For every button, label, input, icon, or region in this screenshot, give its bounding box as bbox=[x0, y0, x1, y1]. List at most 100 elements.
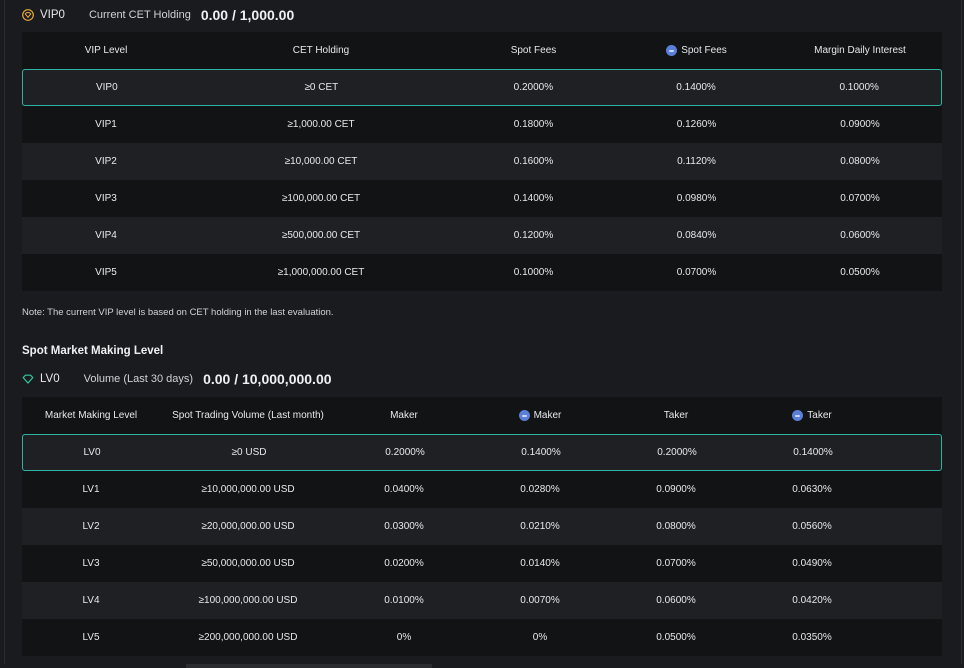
mm-volume-summary: LV0 Volume (Last 30 days) 0.00 / 10,000,… bbox=[22, 370, 332, 388]
cet-coin-icon bbox=[792, 410, 804, 421]
maker-cell: 0.0100% bbox=[384, 595, 424, 606]
cet-holding-cell: ≥500,000.00 CET bbox=[281, 230, 361, 241]
cet-spot-fee-cell: 0.0700% bbox=[676, 267, 717, 278]
maker-cell: 0.0400% bbox=[384, 484, 424, 495]
taker-cell: 0.0900% bbox=[656, 484, 696, 495]
header-cet-spot-fees-label: Spot Fees bbox=[681, 45, 727, 56]
margin-interest-cell: 0.0700% bbox=[840, 193, 880, 204]
table-row: VIP0 ≥0 CET 0.2000% 0.1400% 0.1000% bbox=[22, 69, 942, 106]
mm-level-cell: LV5 bbox=[82, 632, 100, 643]
scroll-strip bbox=[186, 664, 432, 668]
cet-spot-fee-cell: 0.0980% bbox=[676, 193, 717, 204]
maker-cell: 0% bbox=[396, 632, 412, 643]
section-title-market-making: Spot Market Making Level bbox=[22, 345, 164, 357]
spot-fee-cell: 0.1800% bbox=[513, 119, 554, 130]
cet-holding-cell: ≥1,000.00 CET bbox=[287, 119, 355, 130]
spot-fee-cell: 0.2000% bbox=[513, 82, 554, 93]
cet-taker-cell: 0.1400% bbox=[793, 447, 833, 458]
cet-taker-cell: 0.0490% bbox=[792, 558, 832, 569]
mm-level-cell: LV2 bbox=[82, 521, 100, 532]
cet-taker-cell: 0.0420% bbox=[792, 595, 832, 606]
header-maker: Maker bbox=[390, 410, 418, 421]
maker-cell: 0.2000% bbox=[385, 447, 425, 458]
table-row: VIP1 ≥1,000.00 CET 0.1800% 0.1260% 0.0900% bbox=[22, 106, 942, 143]
spot-volume-cell: ≥10,000,000.00 USD bbox=[201, 484, 295, 495]
header-taker: Taker bbox=[663, 410, 689, 421]
vip-note: Note: The current VIP level is based on … bbox=[22, 307, 334, 318]
taker-cell: 0.0500% bbox=[656, 632, 696, 643]
cet-maker-cell: 0.0070% bbox=[520, 595, 560, 606]
header-spot-fees: Spot Fees bbox=[510, 45, 557, 56]
cet-coin-icon bbox=[518, 410, 530, 421]
table-row: LV3 ≥50,000,000.00 USD 0.0200% 0.0140% 0.070… bbox=[22, 545, 942, 582]
cet-maker-cell: 0.1400% bbox=[521, 447, 561, 458]
cet-holding-cell: ≥1,000,000.00 CET bbox=[277, 267, 365, 278]
table-row: VIP2 ≥10,000.00 CET 0.1600% 0.1120% 0.0800% bbox=[22, 143, 942, 180]
cet-spot-fee-cell: 0.0840% bbox=[676, 230, 717, 241]
vip-table-header: VIP Level CET Holding Spot Fees Spot Fee… bbox=[22, 32, 942, 69]
cet-spot-fee-cell: 0.1260% bbox=[676, 119, 717, 130]
mm-level-cell: LV1 bbox=[82, 484, 100, 495]
cet-holding-cell: ≥10,000.00 CET bbox=[284, 156, 358, 167]
header-cet-taker: Taker bbox=[744, 410, 880, 421]
header-mm-level: Market Making Level bbox=[44, 410, 138, 421]
mm-table-body: LV0 ≥0 USD 0.2000% 0.1400% 0.2000% 0.1400% LV1… bbox=[22, 434, 942, 656]
diamond-outline-icon bbox=[22, 373, 34, 385]
cet-spot-fee-cell: 0.1400% bbox=[676, 82, 716, 93]
table-row: VIP5 ≥1,000,000.00 CET 0.1000% 0.0700% 0.050… bbox=[22, 254, 942, 291]
header-vip-level: VIP Level bbox=[84, 45, 128, 56]
spot-volume-cell: ≥20,000,000.00 USD bbox=[201, 521, 295, 532]
margin-interest-cell: 0.0800% bbox=[840, 156, 880, 167]
spot-volume-cell: ≥100,000,000.00 USD bbox=[198, 595, 298, 606]
table-row: VIP4 ≥500,000.00 CET 0.1200% 0.0840% 0.0600% bbox=[22, 217, 942, 254]
diamond-badge-icon bbox=[22, 9, 34, 21]
volume-label: Volume (Last 30 days) bbox=[83, 373, 194, 385]
taker-cell: 0.0800% bbox=[656, 521, 696, 532]
table-row: LV5 ≥200,000,000.00 USD 0% 0% 0.0500% 0.0350% bbox=[22, 619, 942, 656]
taker-cell: 0.2000% bbox=[657, 447, 697, 458]
current-vip-level: VIP0 bbox=[40, 9, 65, 21]
cet-maker-cell: 0% bbox=[532, 632, 548, 643]
vip-level-cell: VIP1 bbox=[95, 119, 117, 130]
margin-interest-cell: 0.0900% bbox=[840, 119, 880, 130]
margin-interest-cell: 0.0600% bbox=[840, 230, 880, 241]
mm-table-header: Market Making Level Spot Trading Volume … bbox=[22, 397, 942, 434]
vip-level-cell: VIP0 bbox=[95, 82, 118, 93]
cet-holding-label: Current CET Holding bbox=[88, 9, 191, 21]
mm-level-cell: LV0 bbox=[83, 447, 101, 458]
spot-fee-cell: 0.1600% bbox=[513, 156, 554, 167]
header-cet-taker-label: Taker bbox=[807, 410, 832, 421]
cet-coin-icon bbox=[666, 45, 678, 56]
cet-maker-cell: 0.0140% bbox=[520, 558, 560, 569]
spot-fee-cell: 0.1200% bbox=[513, 230, 554, 241]
table-row: VIP3 ≥100,000.00 CET 0.1400% 0.0980% 0.0700% bbox=[22, 180, 942, 217]
margin-interest-cell: 0.0500% bbox=[840, 267, 880, 278]
table-row: LV0 ≥0 USD 0.2000% 0.1400% 0.2000% 0.1400% bbox=[22, 434, 942, 471]
header-cet-maker-label: Maker bbox=[533, 410, 562, 421]
vip-level-cell: VIP4 bbox=[95, 230, 117, 241]
table-row: LV4 ≥100,000,000.00 USD 0.0100% 0.0070% 0.06… bbox=[22, 582, 942, 619]
cet-taker-cell: 0.0630% bbox=[792, 484, 832, 495]
vip-holding-summary: VIP0 Current CET Holding 0.00 / 1,000.00 bbox=[22, 6, 294, 24]
spot-volume-cell: ≥200,000,000.00 USD bbox=[198, 632, 298, 643]
header-margin-daily-interest: Margin Daily Interest bbox=[814, 45, 906, 56]
margin-interest-cell: 0.1000% bbox=[839, 82, 879, 93]
cet-spot-fee-cell: 0.1120% bbox=[677, 156, 716, 167]
vip-table-body: VIP0 ≥0 CET 0.2000% 0.1400% 0.1000% VIP1 ≥1,00… bbox=[22, 69, 942, 291]
cet-taker-cell: 0.0560% bbox=[792, 521, 832, 532]
vip-level-cell: VIP5 bbox=[95, 267, 117, 278]
spot-fee-cell: 0.1000% bbox=[513, 267, 554, 278]
cet-holding-cell: ≥0 CET bbox=[304, 82, 339, 93]
header-cet-holding: CET Holding bbox=[292, 45, 350, 56]
vip-level-cell: VIP3 bbox=[95, 193, 117, 204]
maker-cell: 0.0200% bbox=[384, 558, 424, 569]
spot-volume-cell: ≥0 USD bbox=[231, 447, 267, 458]
vip-fee-table: VIP Level CET Holding Spot Fees Spot Fee… bbox=[22, 32, 942, 291]
taker-cell: 0.0600% bbox=[656, 595, 696, 606]
header-spot-volume: Spot Trading Volume (Last month) bbox=[172, 410, 324, 421]
spot-volume-cell: ≥50,000,000.00 USD bbox=[201, 558, 295, 569]
vip-level-cell: VIP2 bbox=[95, 156, 117, 167]
table-row: LV2 ≥20,000,000.00 USD 0.0300% 0.0210% 0.080… bbox=[22, 508, 942, 545]
cet-holding-value: 0.00 / 1,000.00 bbox=[200, 7, 295, 23]
table-row: LV1 ≥10,000,000.00 USD 0.0400% 0.0280% 0.090… bbox=[22, 471, 942, 508]
